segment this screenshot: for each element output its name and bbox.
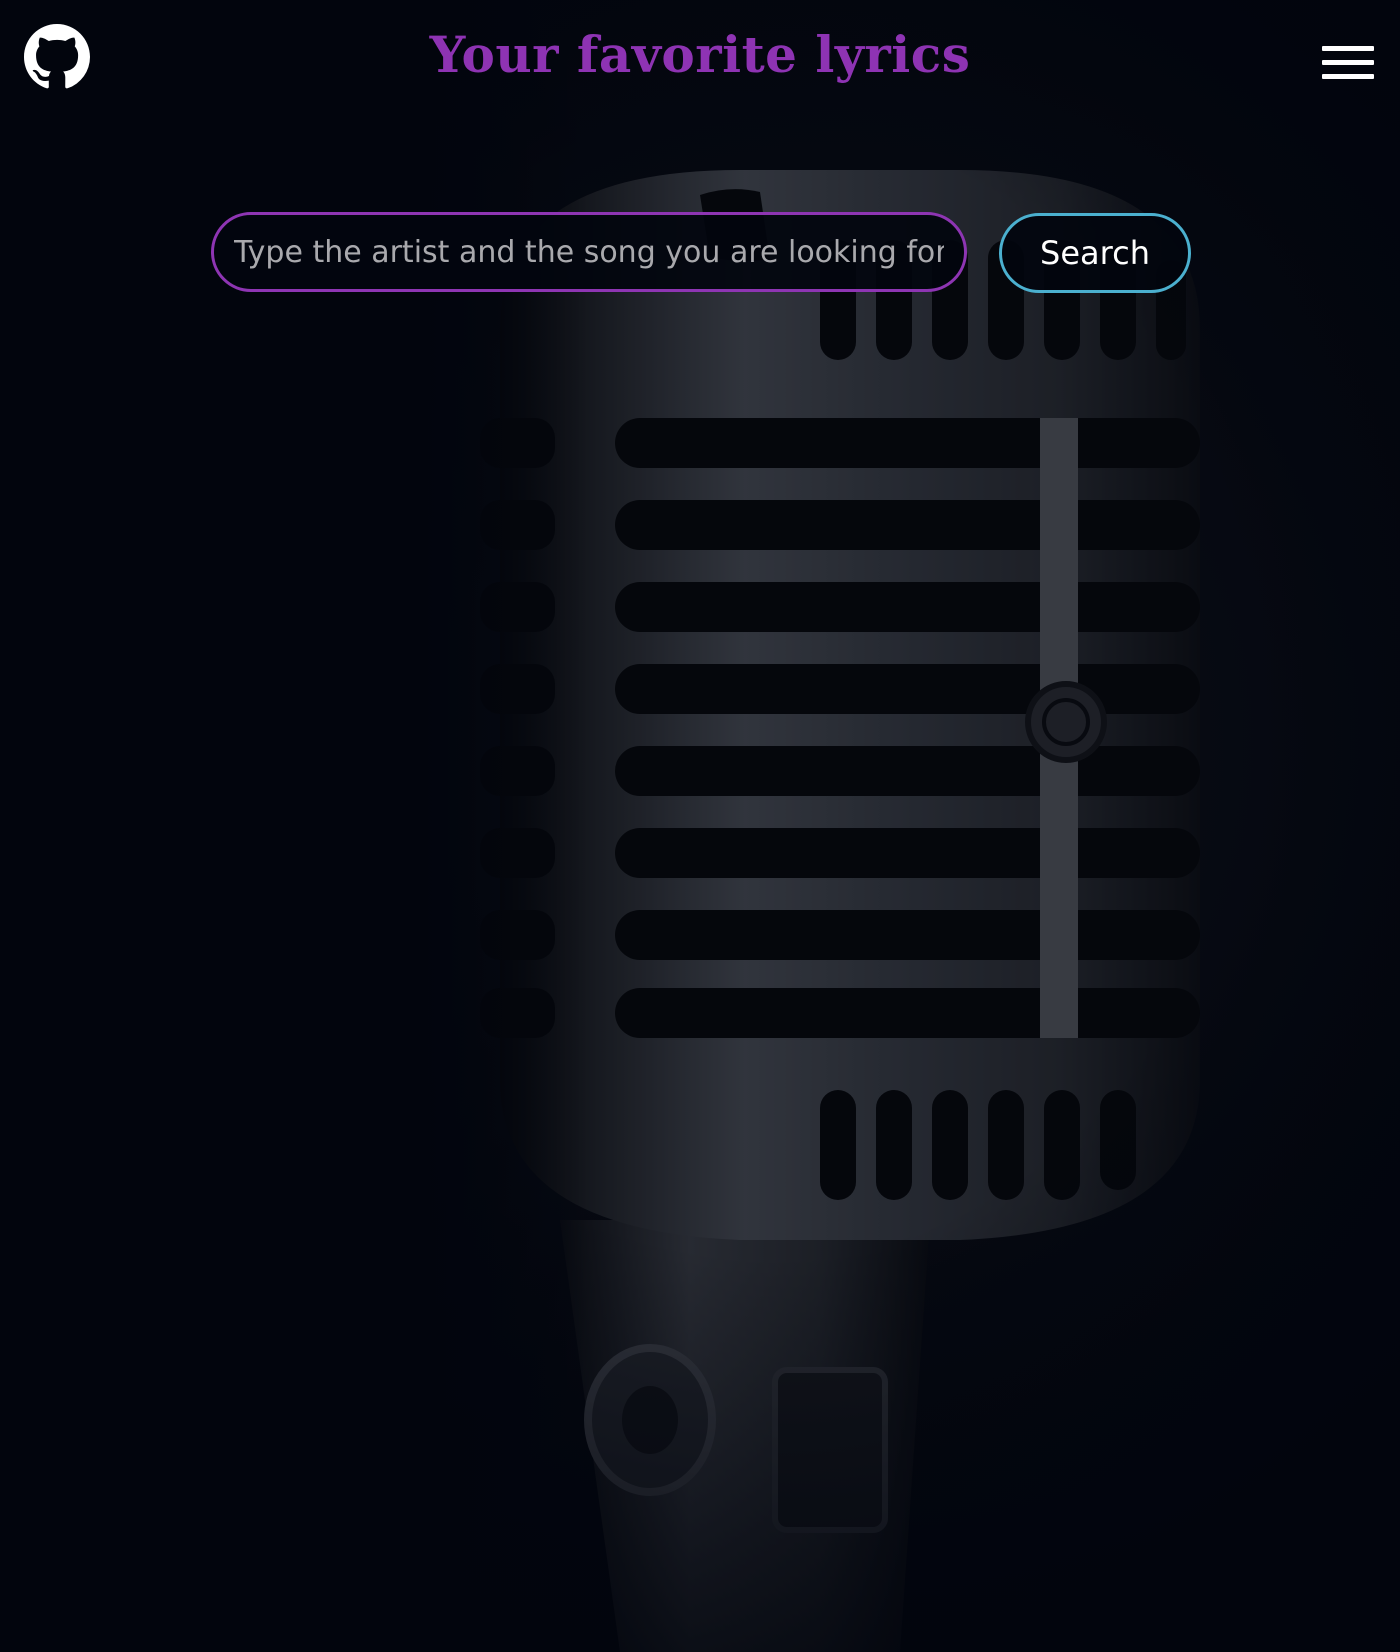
page-title: Your favorite lyrics [429, 25, 971, 84]
search-input[interactable] [211, 212, 967, 292]
search-button[interactable]: Search [999, 213, 1191, 293]
menu-bar [1322, 74, 1374, 79]
search-form: Search [211, 211, 1191, 293]
menu-bar [1322, 46, 1374, 51]
app-page: Your favorite lyrics Search [0, 0, 1400, 1652]
hamburger-menu-button[interactable] [1322, 44, 1374, 82]
menu-bar [1322, 60, 1374, 65]
